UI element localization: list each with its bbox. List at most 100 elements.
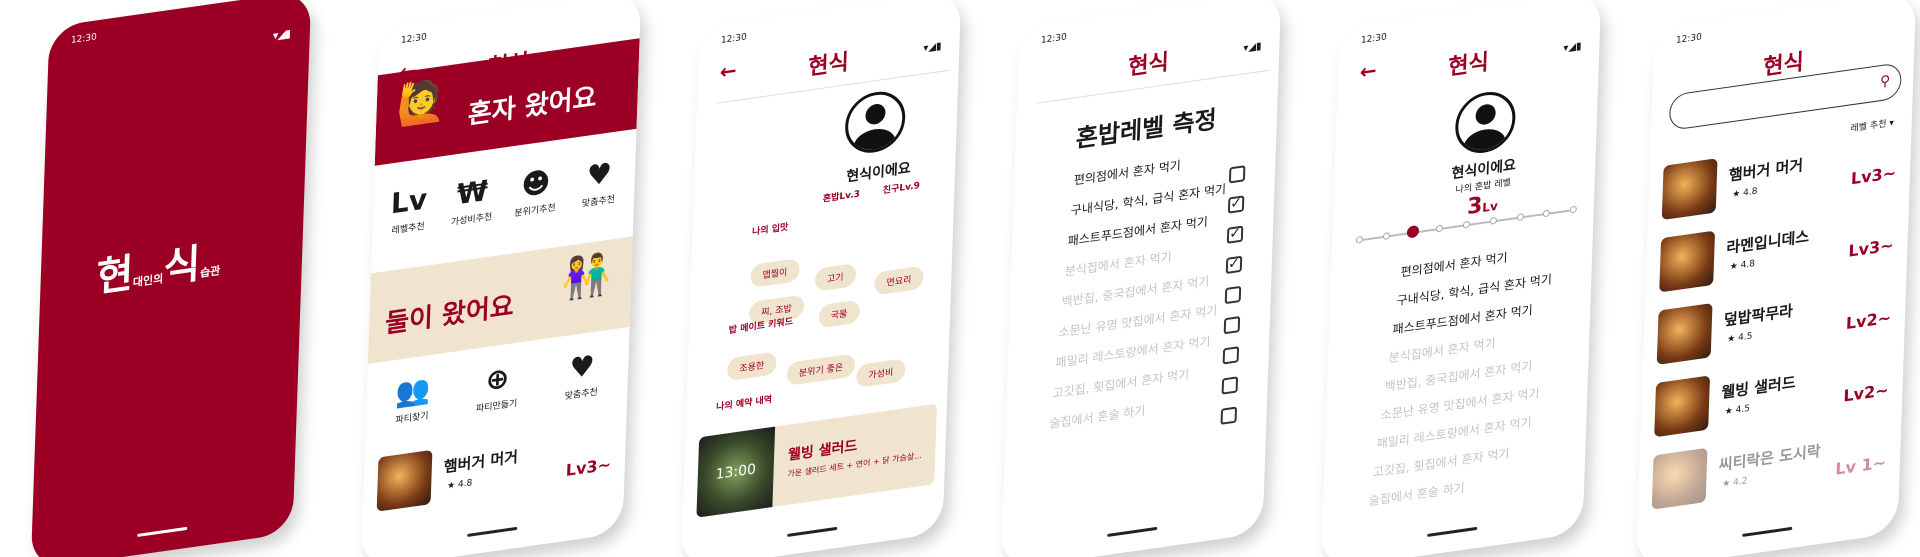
profile-name: 현식이에요 [845,160,911,186]
sort-dropdown[interactable]: 레벨 추천 ▾ [1850,115,1894,134]
result-level: Lv2~ [1843,380,1889,406]
result-rating: ★ 4.8 [1732,186,1758,201]
result-level: Lv2~ [1845,307,1892,334]
question-text: 편의점에서 혼자 먹기 [1073,158,1182,188]
slider-knob[interactable] [1406,224,1419,239]
slider-tick [1382,232,1390,241]
home-indicator[interactable] [787,526,838,537]
restaurant-level: Lv3~ [565,454,612,481]
keyword-chip[interactable]: 분위기 좋은 [786,353,856,386]
category-1[interactable]: ₩ 가성비추천 [442,170,502,229]
question-checkbox[interactable] [1220,406,1238,425]
search-icon[interactable]: ⚲ [1880,73,1891,91]
question-checkbox[interactable] [1224,285,1242,305]
result-thumbnail [1661,158,1718,221]
restaurant-thumbnail [376,449,433,512]
result-name: 씨티락은 도시락 [1718,441,1821,475]
category-2[interactable]: ♥ 맞춤추천 [552,344,612,403]
result-name: 라멘입니데스 [1726,227,1810,258]
question-checkbox[interactable] [1222,346,1240,365]
category-0[interactable]: 👥 파티찾기 [383,368,443,427]
slider-tick [1516,213,1524,222]
solo-banner-text: 혼자 왔어요 [467,82,598,131]
reserve-label: 나의 예약 내역 [715,394,773,413]
reservation-card[interactable]: 13:00 웰빙 샐러드 가운 샐러드 세트 + 연어 + 닭 가슴살... [696,403,938,518]
status-time: 12:30 [720,32,747,47]
solo-level: 혼밥Lv.3 [822,189,861,205]
level-result-screen: 12:30 ← 현식 ▾◢▮ 현식이에요 나의 혼밥 레벨 3Lv 편의점에서 … [1320,0,1602,557]
keyword-chip[interactable]: 조용한 [726,351,777,382]
category-2[interactable]: ☻ 분위기추천 [506,161,566,220]
reservation-thumbnail: 13:00 [696,426,776,518]
search-screen: 12:30 현식 ⚲ 레벨 추천 ▾ 햄버거 머거 ★ 4.8 Lv3~ 라멘입니데스… [1635,0,1917,557]
question-text: 술집에서 혼술 하기 [1049,403,1146,432]
slider-tick [1569,205,1577,214]
home-indicator[interactable] [1427,526,1478,537]
solo-categories: Lv 레벨추천 ₩ 가성비추천 ☻ 분위기추천 ♥ 맞춤추천 [376,151,632,238]
taste-label: 나의 입맛 [751,222,789,238]
person-icon: 🙋 [395,76,448,130]
taste-chip[interactable]: 국물 [818,299,860,329]
avatar[interactable] [1454,88,1517,157]
question-checkbox[interactable]: ✓ [1227,195,1245,214]
result-thumbnail [1651,447,1708,510]
restaurant-rating: ★ 4.8 [446,478,473,492]
question-checkbox[interactable] [1228,165,1246,184]
result-level: Lv3~ [1850,162,1897,189]
question-text: 분식집에서 혼자 먹기 [1064,249,1172,279]
level-unit: Lv [1482,198,1499,215]
slider-tick [1355,235,1364,244]
friend-level: 친구Lv.9 [882,180,921,197]
slider-tick [1436,224,1444,233]
restaurant-name: 햄버거 머거 [443,447,519,477]
result-name: 웰빙 샐러드 [1721,373,1796,402]
result-rating: ★ 4.8 [1729,258,1756,273]
result-thumbnail [1656,302,1713,365]
home-screen: 12:30 ← 현식 ▾◢▮ 🙋 혼자 왔어요 Lv레벨추천₩가성비추천☻분위기… [360,0,642,557]
slider-tick [1462,220,1471,229]
level-item: 분식집에서 혼자 먹기 [1388,336,1496,366]
category-0[interactable]: Lv 레벨추천 [379,179,439,238]
app-logo: 현대인의식습관 [95,240,221,302]
status-time: 12:30 [400,32,427,47]
slider-tick [1542,209,1551,218]
home-indicator[interactable] [1742,526,1793,537]
profile-screen: 12:30 ← 현식 ▾◢▮ 현식이에요 혼밥Lv.3 친구Lv.9 나의 입맛… [680,0,962,557]
duo-banner[interactable]: 둘이 왔어요 👫 [367,236,633,364]
question-text: 패스트푸드점에서 혼자 먹기 [1067,214,1209,249]
slider-tick [1489,216,1497,225]
keyword-chip[interactable]: 가성비 [856,358,906,389]
result-level: Lv 1~ [1835,452,1887,479]
question-text: 고깃집, 횟집에서 혼자 먹기 [1052,367,1190,401]
level-item: 편의점에서 혼자 먹기 [1400,250,1508,280]
question-checkbox[interactable]: ✓ [1225,255,1243,275]
level-number: 3 [1466,192,1483,221]
result-name: 덮밥팍무라 [1723,301,1794,330]
result-rating: ★ 4.2 [1721,476,1748,490]
result-thumbnail [1659,230,1716,293]
signal-icon: ▾◢▮ [272,27,291,43]
question-checkbox[interactable]: ✓ [1226,225,1244,244]
level-item: 술집에서 혼술 하기 [1368,480,1465,509]
taste-chip[interactable]: 면요리 [874,265,924,296]
restaurant-row[interactable]: 햄버거 머거 ★ 4.8 Lv3~ [376,424,616,520]
splash-screen: 12:30 ▾◢▮ 현대인의식습관 [30,0,312,557]
status-time: 12:30 [1360,32,1387,47]
category-3[interactable]: ♥ 맞춤추천 [569,152,629,211]
category-1[interactable]: ⊕ 파티만들기 [467,356,527,415]
avatar[interactable] [844,87,907,157]
question-checkbox[interactable] [1223,316,1241,335]
taste-chip[interactable]: 고기 [814,263,856,292]
result-rating: ★ 4.5 [1727,331,1753,345]
home-indicator[interactable] [1107,526,1158,537]
level-test-screen: 12:30 현식 ▾◢▮ 혼밥레벨 측정 편의점에서 혼자 먹기 구내식당, 학식… [1000,0,1282,557]
home-indicator[interactable] [467,526,518,537]
question-checkbox[interactable] [1221,376,1239,395]
status-time: 12:30 [70,32,97,47]
status-time: 12:30 [1675,32,1702,47]
result-level: Lv3~ [1848,235,1894,261]
taste-chip[interactable]: 맵찔이 [750,257,800,289]
home-indicator[interactable] [137,526,188,537]
result-thumbnail [1654,375,1711,438]
result-rating: ★ 4.5 [1724,403,1751,418]
